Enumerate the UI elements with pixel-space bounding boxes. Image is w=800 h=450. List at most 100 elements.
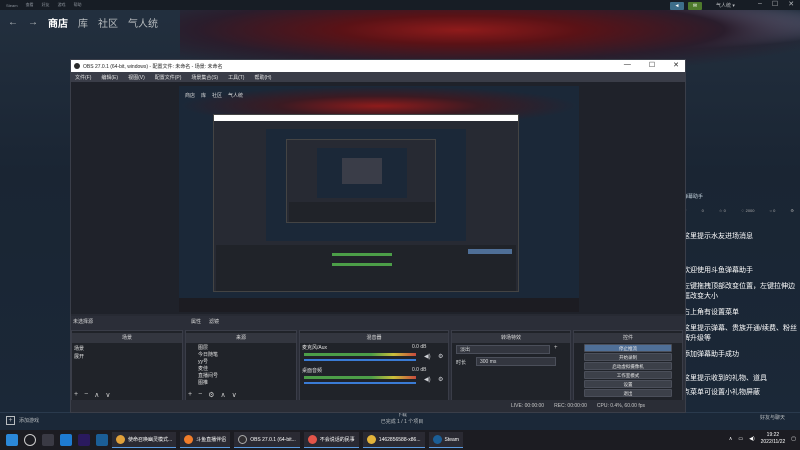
chat-stat: ♢ 2000: [740, 208, 755, 213]
volume-icon[interactable]: ◀): [749, 436, 755, 442]
back-arrow-icon[interactable]: ←: [8, 17, 18, 28]
steam-icon: [432, 435, 442, 444]
taskbar-app[interactable]: 1462856588-x86...: [362, 432, 425, 448]
gear-icon[interactable]: ⚙: [208, 391, 214, 399]
speaker-icon[interactable]: ◀): [424, 376, 431, 383]
minimize-icon[interactable]: –: [758, 0, 762, 8]
search-icon[interactable]: [24, 434, 36, 446]
steam-icon[interactable]: [96, 434, 108, 446]
move-up-icon[interactable]: ∧: [220, 391, 225, 399]
taskbar-app[interactable]: 使命召唤幽灵模式...: [112, 432, 177, 448]
mixer-channel-db: 0.0 dB: [412, 344, 427, 350]
taskbar-app[interactable]: 斗鱼直播伴侣: [180, 432, 231, 448]
start-windows-icon[interactable]: [6, 434, 18, 446]
steam-menu-friends[interactable]: 好友: [42, 2, 50, 8]
gear-icon[interactable]: ⚙: [438, 376, 443, 383]
forward-arrow-icon[interactable]: →: [28, 17, 38, 28]
obs-title-bar: OBS 27.0.1 (64-bit, windows) - 配置文件: 未命名…: [71, 60, 685, 72]
steam-menu-view[interactable]: 查看: [26, 2, 34, 8]
steam-menu-help[interactable]: 帮助: [74, 2, 82, 8]
transition-select[interactable]: 淡出: [456, 345, 550, 354]
task-view-icon[interactable]: [42, 434, 54, 446]
remove-icon[interactable]: −: [198, 391, 202, 399]
chat-stat: ☆ 0: [718, 208, 726, 213]
settings-button[interactable]: 设置: [584, 380, 672, 388]
close-icon[interactable]: ✕: [673, 61, 679, 69]
notification-button[interactable]: ✉: [688, 2, 702, 10]
add-icon[interactable]: +: [188, 391, 192, 399]
chevron-up-icon[interactable]: ∧: [729, 436, 733, 442]
folder-icon: [366, 435, 376, 444]
start-recording-button[interactable]: 开始录制: [584, 353, 672, 361]
taskbar-app[interactable]: Steam: [428, 432, 463, 448]
preview-nav-item: 商店: [185, 93, 196, 99]
maximize-icon[interactable]: ☐: [772, 0, 778, 8]
scene-item[interactable]: 展开: [74, 353, 179, 361]
clock[interactable]: 19:22 2022/11/22: [761, 432, 786, 446]
virtual-camera-button[interactable]: 启动虚拟摄像机: [584, 362, 672, 370]
chat-message: 添加弹幕助手成功: [683, 351, 739, 358]
chat-message: 左键拖拽顶部改变位置，左键拉伸边框改变大小: [683, 283, 795, 300]
steam-user-menu[interactable]: 气人统 ▾: [716, 2, 735, 9]
move-down-icon[interactable]: ∨: [105, 391, 110, 399]
scene-item[interactable]: 场景: [74, 345, 179, 353]
menu-scene-collection[interactable]: 场景集合(S): [191, 74, 218, 81]
menu-tools[interactable]: 工具(T): [228, 74, 244, 81]
preview-nav-item: 气人统: [228, 93, 244, 99]
volume-slider[interactable]: [304, 359, 416, 361]
edge-browser-icon[interactable]: [60, 434, 72, 446]
taskbar-app[interactable]: OBS 27.0.1 (64-bit...: [234, 432, 300, 448]
menu-profile[interactable]: 配置文件(P): [155, 74, 182, 81]
speaker-icon[interactable]: ◀): [424, 353, 431, 360]
duration-label: 时长: [456, 360, 467, 366]
steam-menu-games[interactable]: 游戏: [58, 2, 66, 8]
downloads-button[interactable]: 下载 已完成 1 / 1 个项目: [372, 412, 432, 426]
filters-button[interactable]: 滤镜: [209, 318, 219, 325]
move-up-icon[interactable]: ∧: [94, 391, 99, 399]
preview-canvas[interactable]: 商店 库 社区 气人统: [179, 86, 579, 312]
minimize-icon[interactable]: —: [624, 61, 631, 69]
friends-chat-button[interactable]: 好友与聊天: [760, 414, 785, 421]
chrome-icon: [116, 435, 125, 444]
studio-mode-button[interactable]: 工作室模式: [584, 371, 672, 379]
menu-edit[interactable]: 编辑(E): [101, 74, 118, 81]
nav-store[interactable]: 商店: [48, 15, 68, 30]
move-down-icon[interactable]: ∨: [232, 391, 237, 399]
add-game-button[interactable]: + 添加游戏: [6, 416, 39, 425]
nav-user[interactable]: 气人统: [128, 15, 158, 30]
menu-view[interactable]: 视图(V): [128, 74, 145, 81]
cpu-status: CPU: 0.4%, 60.00 fps: [596, 403, 645, 409]
settings-gear-icon[interactable]: ⚙: [790, 208, 794, 213]
premiere-icon[interactable]: [78, 434, 90, 446]
steam-window-controls: – ☐ ✕: [758, 0, 794, 8]
menu-file[interactable]: 文件(F): [75, 74, 91, 81]
remove-icon[interactable]: −: [84, 391, 88, 399]
douyu-icon: [184, 435, 194, 444]
exit-button[interactable]: 退出: [584, 389, 672, 397]
plus-icon: +: [6, 416, 15, 425]
add-icon[interactable]: +: [554, 345, 558, 351]
live-status: LIVE: 00:00:00: [511, 403, 545, 409]
duration-input[interactable]: 300 ms: [476, 357, 556, 366]
notification-icon[interactable]: ▢: [791, 436, 796, 442]
stop-streaming-button[interactable]: 停止推流: [584, 344, 672, 352]
system-tray: ∧ ▭ ◀) 19:22 2022/11/22 ▢: [729, 432, 796, 446]
nav-community[interactable]: 社区: [98, 15, 118, 30]
volume-slider[interactable]: [304, 382, 416, 384]
chat-message: 欢迎使用斗鱼弹幕助手: [683, 267, 753, 274]
add-icon[interactable]: +: [74, 391, 78, 399]
maximize-icon[interactable]: ☐: [649, 61, 655, 69]
gear-icon[interactable]: ⚙: [438, 353, 443, 360]
taskbar-app-label: Steam: [444, 436, 459, 443]
nav-library[interactable]: 库: [78, 15, 88, 30]
close-icon[interactable]: ✕: [788, 0, 794, 8]
properties-button[interactable]: 属性: [191, 318, 201, 325]
preview-nav: 商店 库 社区 气人统: [185, 92, 243, 99]
nested-meter: [332, 263, 392, 266]
source-item[interactable]: 图推: [188, 379, 293, 387]
taskbar-app[interactable]: 不会说话的民事: [303, 432, 359, 448]
network-icon[interactable]: ▭: [738, 436, 743, 442]
broadcast-button[interactable]: ◄: [670, 2, 684, 10]
steam-menu-steam[interactable]: Steam: [6, 3, 18, 8]
menu-help[interactable]: 帮助(H): [254, 74, 271, 81]
